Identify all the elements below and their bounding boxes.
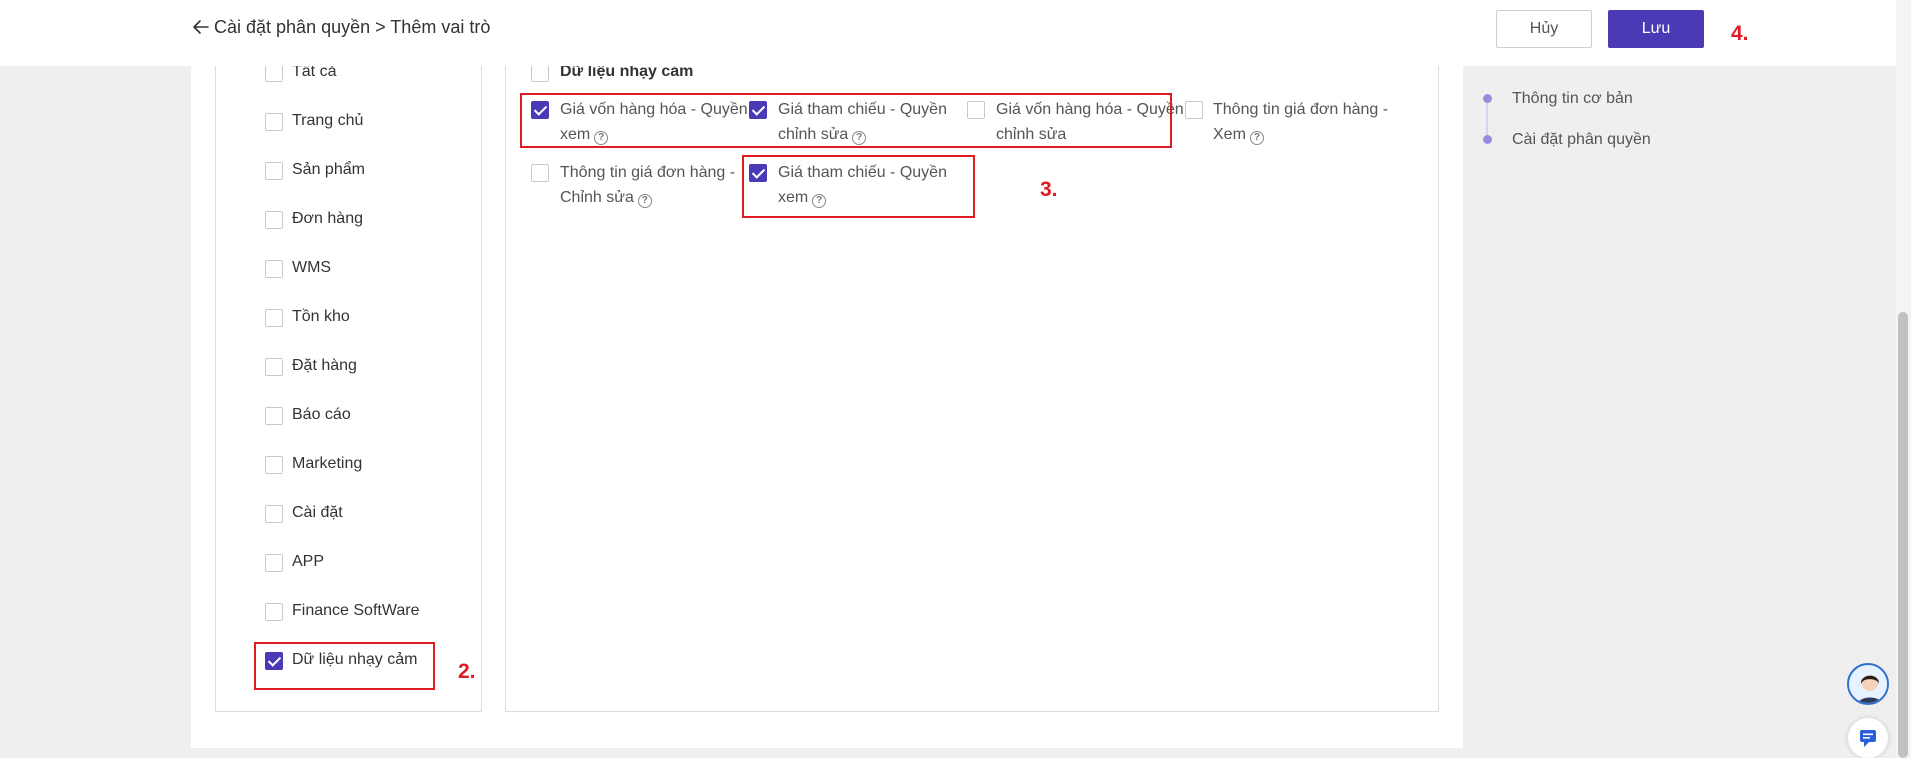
help-icon[interactable]: ? bbox=[812, 194, 827, 208]
cancel-button[interactable]: Hủy bbox=[1496, 10, 1592, 48]
module-checkbox[interactable] bbox=[265, 113, 283, 131]
module-checkbox[interactable] bbox=[265, 358, 283, 376]
module-label: Đặt hàng bbox=[292, 357, 357, 374]
module-checkbox[interactable] bbox=[265, 652, 283, 670]
permission-label: Giá tham chiếu - Quyền chỉnh sửa? bbox=[778, 101, 947, 145]
permission-checkbox[interactable] bbox=[749, 164, 767, 182]
breadcrumb: Cài đặt phân quyền > Thêm vai trò bbox=[214, 17, 491, 37]
module-label: Finance SoftWare bbox=[292, 602, 420, 619]
person-avatar-icon bbox=[1849, 665, 1887, 703]
permission-checkbox[interactable] bbox=[1185, 101, 1203, 119]
page-header: Cài đặt phân quyền > Thêm vai trò Hủy Lư… bbox=[0, 0, 1896, 66]
permission-checkbox[interactable] bbox=[531, 164, 549, 182]
section-checkbox[interactable] bbox=[531, 64, 549, 82]
module-checkbox[interactable] bbox=[265, 554, 283, 572]
permission-checkbox[interactable] bbox=[749, 101, 767, 119]
permission-label: Giá vốn hàng hóa - Quyền chỉnh sửa bbox=[996, 101, 1184, 143]
help-icon[interactable]: ? bbox=[637, 194, 652, 208]
module-checkbox[interactable] bbox=[265, 309, 283, 327]
module-label: APP bbox=[292, 553, 325, 570]
module-label: Dữ liệu nhạy cảm bbox=[292, 651, 418, 668]
module-label: WMS bbox=[292, 259, 332, 276]
module-checkbox[interactable] bbox=[265, 64, 283, 82]
module-checkbox[interactable] bbox=[265, 407, 283, 425]
module-label: Sản phẩm bbox=[292, 161, 365, 178]
module-checkbox[interactable] bbox=[265, 505, 283, 523]
module-label: Tồn kho bbox=[292, 308, 350, 325]
step-basic-info[interactable]: Thông tin cơ bản bbox=[1512, 89, 1633, 109]
module-label: Cài đặt bbox=[292, 504, 343, 521]
save-button[interactable]: Lưu bbox=[1608, 10, 1704, 48]
help-icon[interactable]: ? bbox=[1249, 131, 1264, 145]
permission-label: Giá vốn hàng hóa - Quyền xem? bbox=[560, 101, 748, 145]
scrollbar-thumb[interactable] bbox=[1898, 312, 1908, 758]
permission-label: Thông tin giá đơn hàng - Xem? bbox=[1213, 101, 1389, 145]
module-label: Báo cáo bbox=[292, 406, 351, 423]
step-dot bbox=[1483, 94, 1492, 103]
module-label: Trang chủ bbox=[292, 112, 364, 129]
annotation-step-3: 3. bbox=[1040, 178, 1058, 201]
annotation-step-2: 2. bbox=[458, 660, 476, 683]
chat-icon bbox=[1860, 730, 1876, 747]
module-checkbox[interactable] bbox=[265, 603, 283, 621]
permission-checkbox[interactable] bbox=[531, 101, 549, 119]
arrow-left-icon[interactable] bbox=[190, 16, 212, 38]
support-avatar[interactable] bbox=[1847, 663, 1889, 705]
step-dot bbox=[1483, 135, 1492, 144]
help-icon[interactable]: ? bbox=[852, 131, 867, 145]
permission-label: Giá tham chiếu - Quyền xem? bbox=[778, 164, 947, 208]
module-checkbox[interactable] bbox=[265, 162, 283, 180]
permission-label: Thông tin giá đơn hàng - Chỉnh sửa? bbox=[560, 164, 736, 208]
chat-button[interactable] bbox=[1848, 718, 1888, 758]
annotation-step-4: 4. bbox=[1731, 22, 1749, 45]
permission-checkbox[interactable] bbox=[967, 101, 985, 119]
module-label: Marketing bbox=[292, 455, 363, 472]
step-permission-settings[interactable]: Cài đặt phân quyền bbox=[1512, 130, 1651, 150]
module-checkbox[interactable] bbox=[265, 456, 283, 474]
module-label: Đơn hàng bbox=[292, 210, 363, 227]
help-icon[interactable]: ? bbox=[594, 131, 609, 145]
module-checkbox[interactable] bbox=[265, 260, 283, 278]
module-checkbox[interactable] bbox=[265, 211, 283, 229]
